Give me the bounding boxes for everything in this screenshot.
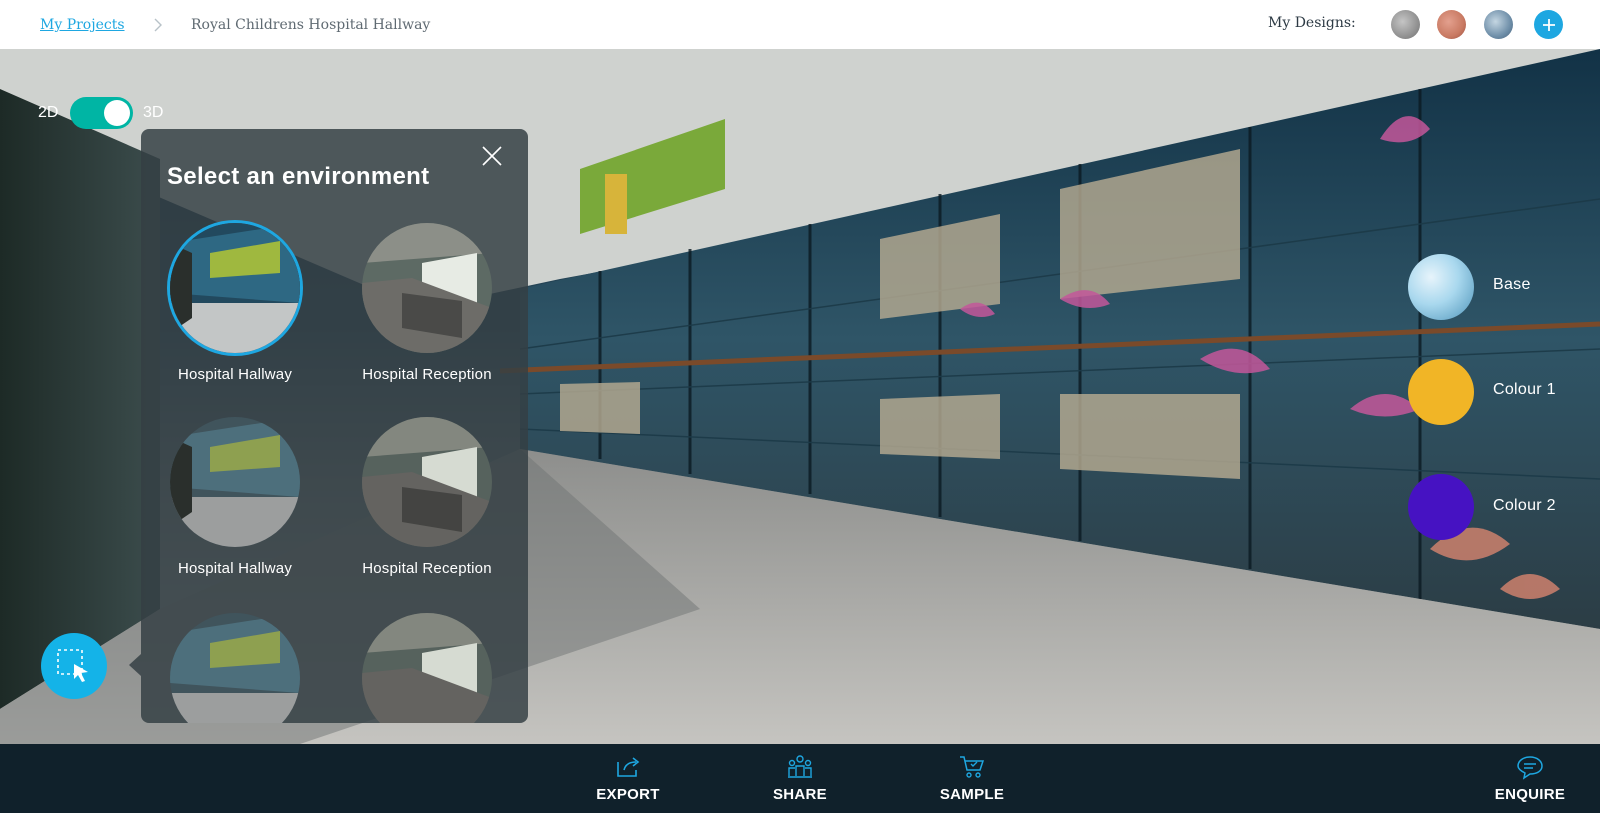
environment-thumbnail xyxy=(362,223,492,353)
export-button[interactable]: EXPORT xyxy=(583,754,673,803)
environment-item-hospital-hallway[interactable] xyxy=(165,613,305,723)
hallway-thumbnail-image xyxy=(170,417,300,547)
environment-panel-title: Select an environment xyxy=(167,163,430,190)
environment-label: Hospital Hallway xyxy=(177,366,293,383)
environment-thumbnail xyxy=(362,417,492,547)
close-icon[interactable] xyxy=(481,145,503,167)
breadcrumb-my-projects[interactable]: My Projects xyxy=(40,17,125,33)
cart-icon xyxy=(960,756,985,778)
share-button[interactable]: SHARE xyxy=(755,754,845,803)
design-thumbnail-2[interactable] xyxy=(1437,10,1466,39)
export-label: EXPORT xyxy=(596,786,660,803)
environment-item-hospital-reception[interactable] xyxy=(357,613,497,723)
my-designs-label: My Designs: xyxy=(1268,15,1356,31)
layer-label-base: Base xyxy=(1493,276,1531,293)
bottom-action-bar: EXPORT SHARE SAMPLE ENQUIRE xyxy=(0,744,1600,813)
reception-thumbnail-image xyxy=(362,223,492,353)
breadcrumb-current-project: Royal Childrens Hospital Hallway xyxy=(191,17,431,33)
layer-label-colour-2: Colour 2 xyxy=(1493,497,1556,514)
plus-icon xyxy=(1542,18,1555,31)
environment-thumbnail xyxy=(362,613,492,723)
hallway-thumbnail-image xyxy=(170,613,300,723)
environment-item-hospital-reception[interactable]: Hospital Reception xyxy=(357,417,497,577)
chevron-right-icon xyxy=(154,18,162,32)
environment-item-hospital-hallway[interactable]: Hospital Hallway xyxy=(165,417,305,577)
toggle-label-3d: 3D xyxy=(143,104,164,121)
add-design-button[interactable] xyxy=(1534,10,1563,39)
environment-thumbnail xyxy=(170,417,300,547)
environment-label: Hospital Reception xyxy=(362,366,492,383)
environment-thumbnail xyxy=(170,613,300,723)
layer-swatch-colour-1[interactable] xyxy=(1408,359,1474,425)
share-icon xyxy=(788,755,812,778)
enquire-label: ENQUIRE xyxy=(1494,786,1566,803)
select-area-icon xyxy=(57,649,88,682)
environment-item-hospital-hallway[interactable]: Hospital Hallway xyxy=(165,223,305,383)
chat-icon xyxy=(1517,756,1543,780)
layer-label-colour-1: Colour 1 xyxy=(1493,381,1556,398)
layer-swatch-colour-2[interactable] xyxy=(1408,474,1474,540)
environment-item-hospital-reception[interactable]: Hospital Reception xyxy=(357,223,497,383)
hallway-thumbnail-image xyxy=(170,223,300,353)
panel-pointer xyxy=(129,654,141,676)
toggle-knob xyxy=(104,100,130,126)
enquire-button[interactable]: ENQUIRE xyxy=(1485,754,1575,803)
reception-thumbnail-image xyxy=(362,417,492,547)
layer-swatch-base[interactable] xyxy=(1408,254,1474,320)
environment-thumbnail xyxy=(170,223,300,353)
environment-panel: Select an environment Hospital Hallway H… xyxy=(141,129,528,723)
top-bar: My Projects Royal Childrens Hospital Hal… xyxy=(0,0,1600,49)
sample-button[interactable]: SAMPLE xyxy=(927,754,1017,803)
reception-thumbnail-image xyxy=(362,613,492,723)
environment-label: Hospital Hallway xyxy=(177,560,293,577)
design-thumbnail-1[interactable] xyxy=(1391,10,1420,39)
sample-label: SAMPLE xyxy=(939,786,1005,803)
export-icon xyxy=(617,757,640,777)
share-label: SHARE xyxy=(772,786,827,803)
select-area-tool-button[interactable] xyxy=(41,633,107,699)
view-mode-toggle[interactable] xyxy=(70,97,133,129)
design-thumbnail-3[interactable] xyxy=(1484,10,1513,39)
environment-label: Hospital Reception xyxy=(362,560,492,577)
toggle-label-2d: 2D xyxy=(38,104,59,121)
